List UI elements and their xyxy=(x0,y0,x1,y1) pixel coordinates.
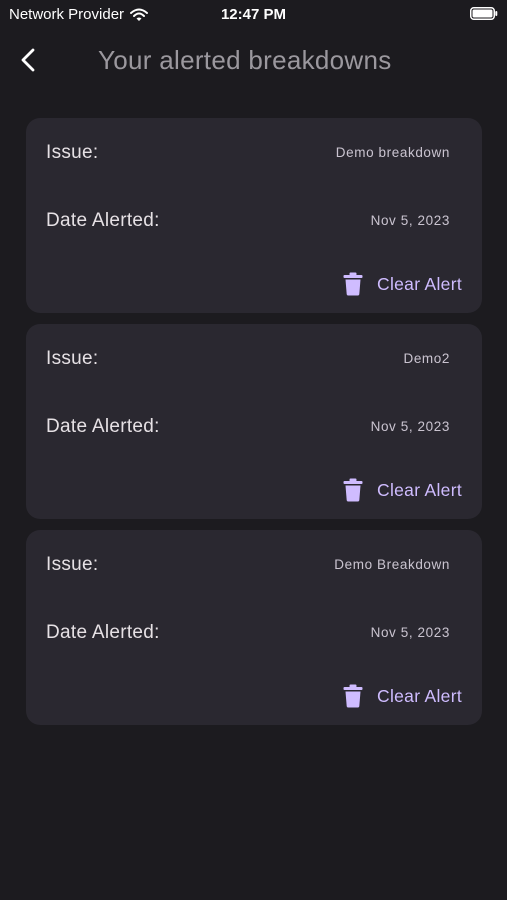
page-title: Your alerted breakdowns xyxy=(98,45,392,75)
status-bar: Network Provider 12:47 PM xyxy=(0,0,507,30)
alert-card: Issue: Demo Breakdown Date Alerted: Nov … xyxy=(26,530,482,725)
status-time: 12:47 PM xyxy=(220,6,287,23)
clear-alert-label: Clear Alert xyxy=(377,479,462,500)
clear-alert-label: Clear Alert xyxy=(377,685,462,706)
clear-alert-button[interactable]: Clear Alert xyxy=(343,478,462,502)
issue-label: Issue: xyxy=(46,142,99,163)
trash-icon xyxy=(343,684,363,708)
issue-value: Demo2 xyxy=(403,351,450,366)
clear-alert-button[interactable]: Clear Alert xyxy=(343,272,462,296)
issue-value: Demo breakdown xyxy=(335,145,450,160)
issue-value: Demo Breakdown xyxy=(334,557,450,572)
battery-icon xyxy=(470,7,498,20)
date-alerted-value: Nov 5, 2023 xyxy=(370,419,450,434)
issue-label: Issue: xyxy=(46,348,99,369)
date-alerted-value: Nov 5, 2023 xyxy=(370,213,450,228)
chevron-left-icon[interactable] xyxy=(14,46,44,76)
date-alerted-label: Date Alerted: xyxy=(46,210,160,231)
date-alerted-label: Date Alerted: xyxy=(46,622,160,643)
issue-label: Issue: xyxy=(46,554,99,575)
clear-alert-label: Clear Alert xyxy=(377,273,462,294)
alert-card: Issue: Demo breakdown Date Alerted: Nov … xyxy=(26,118,482,313)
clear-alert-button[interactable]: Clear Alert xyxy=(343,684,462,708)
date-alerted-label: Date Alerted: xyxy=(46,416,160,437)
alert-card: Issue: Demo2 Date Alerted: Nov 5, 2023 C… xyxy=(26,324,482,519)
trash-icon xyxy=(343,272,363,296)
app-bar: Your alerted breakdowns xyxy=(0,36,507,86)
date-alerted-value: Nov 5, 2023 xyxy=(370,625,450,640)
alert-list: Issue: Demo breakdown Date Alerted: Nov … xyxy=(26,118,482,736)
trash-icon xyxy=(343,478,363,502)
